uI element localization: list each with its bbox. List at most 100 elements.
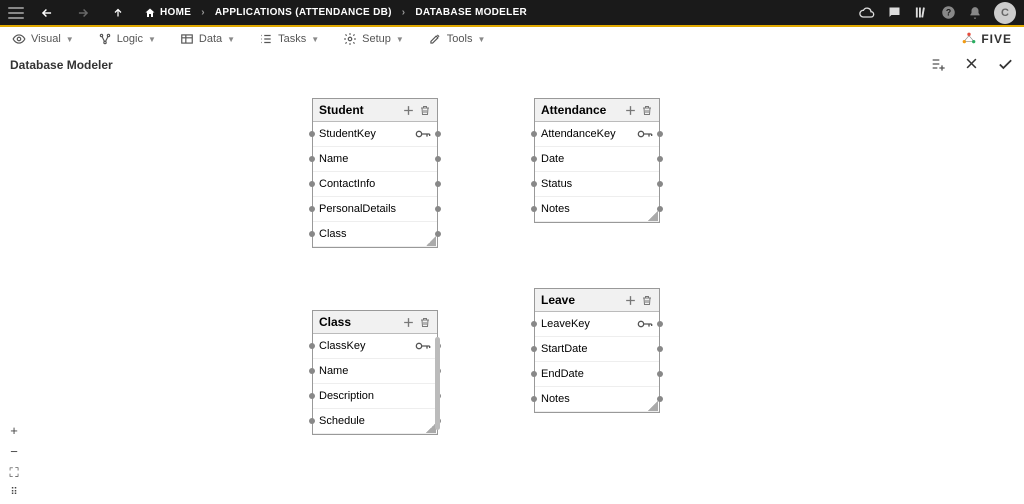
add-field-button[interactable] (624, 104, 637, 117)
connector-right[interactable] (435, 156, 441, 162)
entity-field[interactable]: LeaveKey (535, 312, 659, 337)
cloud-icon[interactable] (859, 5, 875, 21)
add-field-button[interactable] (402, 316, 415, 329)
breadcrumb-home[interactable]: HOME (144, 7, 191, 19)
entity-field[interactable]: EndDate (535, 362, 659, 387)
toolbar-label: Data (199, 33, 222, 45)
connector-left[interactable] (309, 368, 315, 374)
breadcrumb-label: HOME (160, 7, 191, 18)
entity-field[interactable]: Date (535, 147, 659, 172)
entity-header[interactable]: Class (313, 311, 437, 334)
connector-left[interactable] (531, 131, 537, 137)
delete-entity-button[interactable] (641, 104, 653, 117)
connector-left[interactable] (309, 343, 315, 349)
close-button[interactable] (964, 56, 979, 73)
toolbar-data[interactable]: Data▼ (180, 32, 235, 46)
entity-field[interactable]: Name (313, 147, 437, 172)
entity-field[interactable]: Description (313, 384, 437, 409)
entity-header[interactable]: Student (313, 99, 437, 122)
entity-field[interactable]: ContactInfo (313, 172, 437, 197)
connector-right[interactable] (657, 131, 663, 137)
add-field-button[interactable] (624, 294, 637, 307)
confirm-button[interactable] (997, 56, 1014, 73)
toolbar-label: Visual (31, 33, 61, 45)
zoom-out-button[interactable]: − (6, 444, 22, 459)
help-icon[interactable]: ? (941, 5, 956, 20)
connector-right[interactable] (657, 371, 663, 377)
delete-entity-button[interactable] (419, 104, 431, 117)
connector-left[interactable] (309, 231, 315, 237)
connector-right[interactable] (657, 321, 663, 327)
entity-class[interactable]: ClassClassKeyNameDescriptionSchedule (312, 310, 438, 435)
entity-header[interactable]: Leave (535, 289, 659, 312)
up-button[interactable] (106, 7, 130, 19)
toolbar-setup[interactable]: Setup▼ (343, 32, 404, 46)
add-list-button[interactable] (930, 56, 946, 73)
toolbar: Visual▼ Logic▼ Data▼ Tasks▼ Setup▼ Tools… (0, 27, 1024, 52)
chat-icon[interactable] (887, 5, 902, 20)
entity-field[interactable]: ClassKey (313, 334, 437, 359)
bell-icon[interactable] (968, 6, 982, 20)
breadcrumb-apps[interactable]: APPLICATIONS (ATTENDANCE DB) (215, 7, 392, 18)
breadcrumb-modeler[interactable]: DATABASE MODELER (415, 7, 527, 18)
toolbar-tasks[interactable]: Tasks▼ (259, 32, 319, 46)
scrollbar[interactable] (435, 337, 440, 430)
connector-left[interactable] (531, 156, 537, 162)
connector-left[interactable] (531, 371, 537, 377)
connector-left[interactable] (531, 346, 537, 352)
connector-left[interactable] (531, 396, 537, 402)
connector-left[interactable] (309, 393, 315, 399)
resize-handle[interactable] (426, 236, 436, 246)
toolbar-tools[interactable]: Tools▼ (428, 32, 486, 46)
add-field-button[interactable] (402, 104, 415, 117)
library-icon[interactable] (914, 5, 929, 20)
entity-student[interactable]: Student StudentKey NameContactInfoPersonal… (312, 98, 438, 248)
connector-left[interactable] (531, 321, 537, 327)
connector-right[interactable] (435, 181, 441, 187)
toolbar-logic[interactable]: Logic▼ (98, 32, 156, 46)
brand-label: FIVE (981, 32, 1012, 46)
entity-field[interactable]: Notes (535, 387, 659, 412)
entity-field[interactable]: PersonalDetails (313, 197, 437, 222)
entity-field[interactable]: Status (535, 172, 659, 197)
field-label: StudentKey (319, 128, 376, 140)
connector-left[interactable] (309, 206, 315, 212)
connector-left[interactable] (309, 131, 315, 137)
forward-button[interactable] (70, 6, 96, 20)
avatar[interactable]: C (994, 2, 1016, 24)
brand-logo: FIVE (961, 31, 1012, 47)
connector-right[interactable] (435, 206, 441, 212)
connector-right[interactable] (435, 131, 441, 137)
entity-attendance[interactable]: AttendanceAttendanceKeyDateStatus Notes (534, 98, 660, 223)
entity-field[interactable]: StudentKey (313, 122, 437, 147)
toolbar-visual[interactable]: Visual▼ (12, 32, 74, 46)
fit-screen-button[interactable]: ⛶ (6, 465, 22, 481)
entity-field[interactable]: AttendanceKey (535, 122, 659, 147)
entity-field[interactable]: StartDate (535, 337, 659, 362)
entity-field[interactable]: Notes (535, 197, 659, 222)
resize-handle[interactable] (648, 211, 658, 221)
connector-right[interactable] (657, 181, 663, 187)
hamburger-menu[interactable] (8, 7, 24, 19)
delete-entity-button[interactable] (641, 294, 653, 307)
connector-right[interactable] (657, 346, 663, 352)
entity-header[interactable]: Attendance (535, 99, 659, 122)
connector-right[interactable] (657, 156, 663, 162)
field-label: Notes (541, 203, 570, 215)
entity-field[interactable]: Class (313, 222, 437, 247)
entity-field[interactable]: Name (313, 359, 437, 384)
connector-left[interactable] (531, 206, 537, 212)
connector-left[interactable] (309, 418, 315, 424)
delete-entity-button[interactable] (419, 316, 431, 329)
tools-icon (428, 32, 442, 46)
resize-handle[interactable] (648, 401, 658, 411)
entity-leave[interactable]: LeaveLeaveKeyStartDateEndDateNotes (534, 288, 660, 413)
connector-left[interactable] (309, 156, 315, 162)
connector-left[interactable] (309, 181, 315, 187)
modeler-canvas[interactable]: + − ⛶ ⠿ StudentStudentKeyNameContactInfo… (0, 77, 1024, 504)
zoom-in-button[interactable]: + (6, 423, 22, 438)
back-button[interactable] (34, 6, 60, 20)
connector-left[interactable] (531, 181, 537, 187)
drag-handle-icon[interactable]: ⠿ (6, 487, 22, 498)
entity-field[interactable]: Schedule (313, 409, 437, 434)
